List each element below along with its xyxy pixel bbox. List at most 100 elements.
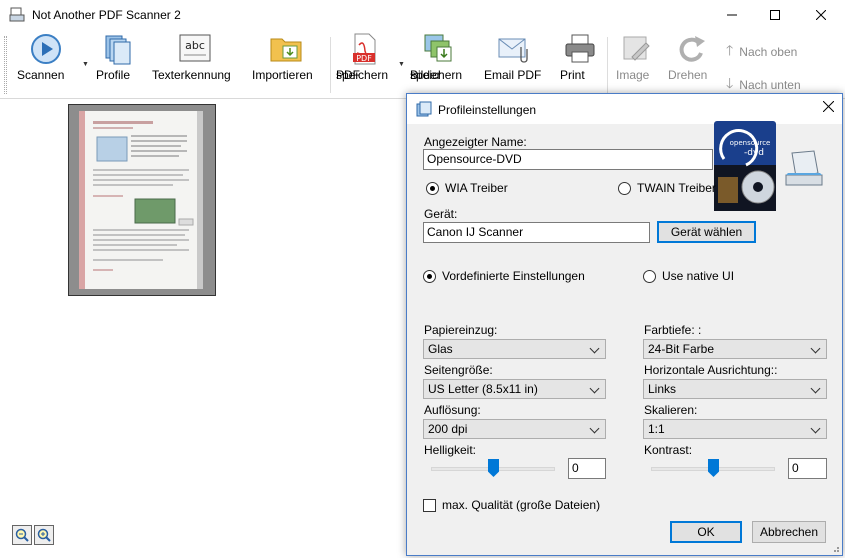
ocr-button[interactable]: abc Texterkennung: [152, 33, 238, 82]
profiles-button[interactable]: Profile: [96, 33, 140, 82]
bit-depth-select[interactable]: 24-Bit Farbe: [643, 339, 827, 359]
contrast-label: Kontrast:: [644, 443, 693, 457]
paper-source-label: Papiereinzug:: [424, 323, 498, 337]
profile-settings-dialog: Profileinstellungen Angezeigter Name: Op…: [406, 93, 843, 556]
minimize-button[interactable]: [709, 0, 755, 30]
print-button[interactable]: Print: [560, 33, 600, 82]
zoom-out-button[interactable]: [12, 525, 32, 545]
move-up-button[interactable]: 🡑 Nach oben: [726, 40, 797, 64]
twain-driver-radio[interactable]: TWAIN Treiber: [618, 181, 716, 195]
page-content-graphic: [79, 111, 203, 289]
move-down-label: Nach unten: [739, 78, 801, 92]
display-name-input[interactable]: Opensource-DVD: [423, 149, 713, 170]
choose-device-button[interactable]: Gerät wählen: [657, 221, 756, 243]
save-pdf-dropdown-arrow[interactable]: ▼: [398, 61, 406, 68]
close-button[interactable]: [798, 0, 844, 30]
chevron-down-icon: [810, 423, 821, 434]
page-size-select[interactable]: US Letter (8.5x11 in): [423, 379, 606, 399]
scan-dropdown-arrow[interactable]: ▼: [82, 61, 90, 68]
chevron-down-icon: [810, 343, 821, 354]
ocr-label: Texterkennung: [152, 68, 231, 82]
page-size-value: US Letter (8.5x11 in): [428, 382, 538, 396]
contrast-slider-thumb[interactable]: [708, 459, 719, 477]
brightness-label: Helligkeit:: [424, 443, 477, 457]
opensource-dvd-logo: opensource -dvd: [714, 121, 776, 211]
scale-label: Skalieren:: [644, 403, 698, 417]
svg-text:abc: abc: [185, 39, 205, 52]
chevron-down-icon: [810, 383, 821, 394]
resolution-select[interactable]: 200 dpi: [423, 419, 606, 439]
rotate-button[interactable]: Drehen: [668, 33, 716, 82]
contrast-input[interactable]: 0: [788, 458, 827, 479]
toolbar-separator: [330, 37, 331, 93]
main-titlebar: Not Another PDF Scanner 2: [0, 0, 845, 31]
scanned-page-preview: [79, 111, 203, 289]
wia-driver-radio[interactable]: WIA Treiber: [426, 181, 508, 195]
maximize-button[interactable]: [752, 0, 798, 30]
dialog-titlebar: Profileinstellungen: [407, 94, 842, 124]
toolbar-separator: [607, 37, 608, 93]
horizontal-align-select[interactable]: Links: [643, 379, 827, 399]
image-edit-icon: [620, 33, 654, 65]
profiles-icon: [101, 33, 135, 65]
paper-source-select[interactable]: Glas: [423, 339, 606, 359]
image-label: Image: [616, 68, 650, 82]
dialog-close-button[interactable]: [822, 99, 835, 117]
display-name-label: Angezeigter Name:: [424, 135, 527, 149]
radio-unselected-indicator: [618, 181, 631, 195]
zoom-in-icon: [37, 528, 51, 542]
print-label: Print: [560, 68, 585, 82]
predefined-settings-label: Vordefinierte Einstellungen: [442, 269, 585, 283]
max-quality-checkbox[interactable]: max. Qualität (große Dateien): [423, 498, 600, 512]
predefined-settings-radio[interactable]: Vordefinierte Einstellungen: [423, 269, 585, 283]
chevron-down-icon: [589, 343, 600, 354]
contrast-slider[interactable]: [651, 458, 775, 480]
save-images-button[interactable]: Bilder speichern: [410, 33, 466, 82]
brightness-slider-thumb[interactable]: [488, 459, 499, 477]
arrow-up-icon: 🡑: [726, 42, 734, 58]
native-ui-radio[interactable]: Use native UI: [643, 269, 734, 283]
horizontal-align-label: Horizontale Ausrichtung::: [644, 363, 778, 377]
scale-value: 1:1: [648, 422, 665, 436]
twain-driver-label: TWAIN Treiber: [637, 181, 716, 195]
ocr-icon: abc: [178, 33, 212, 65]
image-button[interactable]: Image: [616, 33, 658, 82]
resize-grip-icon[interactable]: [830, 543, 840, 553]
scanner-device-icon: [785, 150, 823, 186]
paper-source-value: Glas: [428, 342, 453, 356]
radio-selected-indicator: [423, 269, 436, 283]
chevron-down-icon: [589, 423, 600, 434]
toolbar-grip[interactable]: [4, 36, 7, 94]
chevron-down-icon: [589, 383, 600, 394]
import-button[interactable]: Importieren: [252, 33, 320, 82]
max-quality-label: max. Qualität (große Dateien): [442, 498, 601, 512]
profiles-label: Profile: [96, 68, 131, 82]
rotate-icon: [675, 33, 709, 65]
pdf-icon: PDF: [347, 33, 381, 65]
maximize-icon: [770, 10, 780, 20]
device-input[interactable]: Canon IJ Scanner: [423, 222, 650, 243]
email-pdf-button[interactable]: Email PDF: [484, 33, 544, 82]
page-thumbnail[interactable]: [68, 104, 216, 296]
images-icon: [421, 33, 455, 65]
checkbox-box: [423, 498, 436, 512]
zoom-in-button[interactable]: [34, 525, 54, 545]
scan-button[interactable]: Scannen: [17, 33, 75, 82]
scale-select[interactable]: 1:1: [643, 419, 827, 439]
brightness-slider[interactable]: [431, 458, 555, 480]
ok-button[interactable]: OK: [670, 521, 742, 543]
cancel-button[interactable]: Abbrechen: [752, 521, 826, 543]
zoom-controls: [12, 525, 54, 545]
page-size-label: Seitengröße:: [424, 363, 493, 377]
brightness-input[interactable]: 0: [568, 458, 606, 479]
svg-text:opensource: opensource: [730, 139, 771, 147]
svg-text:-dvd: -dvd: [744, 148, 764, 158]
email-pdf-label: Email PDF: [484, 68, 542, 82]
dialog-app-icon: [416, 101, 432, 117]
wia-driver-label: WIA Treiber: [445, 181, 508, 195]
svg-text:PDF: PDF: [356, 54, 372, 63]
scanner-app-icon: [9, 7, 25, 22]
close-icon: [816, 10, 826, 20]
radio-selected-indicator: [426, 181, 439, 195]
save-pdf-button[interactable]: PDF PDF speichern: [336, 33, 392, 82]
